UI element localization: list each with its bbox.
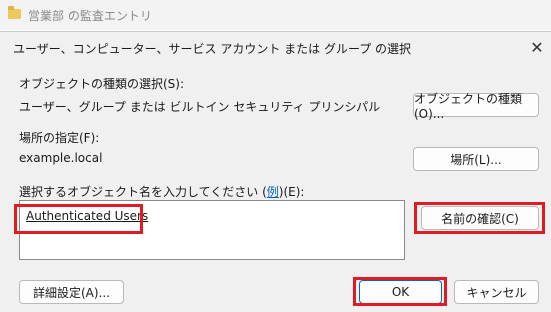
background-window-titlebar: 営業部 の監査エントリ: [0, 0, 551, 30]
folder-icon: [8, 6, 21, 19]
object-types-label: オブジェクトの種類の選択(S):: [19, 77, 185, 91]
background-window-title: 営業部 の監査エントリ: [28, 9, 152, 23]
object-types-value: ユーザー、グループ または ビルトイン セキュリティ プリンシパル: [19, 98, 381, 115]
select-users-dialog: ユーザー、コンピューター、サービス アカウント または グループ の選択 ✕ オ…: [0, 31, 551, 312]
location-label: 場所の指定(F):: [19, 131, 100, 145]
check-names-button[interactable]: 名前の確認(C): [421, 206, 539, 230]
object-names-input[interactable]: Authenticated Users: [19, 200, 405, 260]
advanced-button[interactable]: 詳細設定(A)...: [19, 280, 124, 304]
object-names-label: 選択するオブジェクト名を入力してください (例)(E):: [19, 185, 305, 199]
example-link[interactable]: 例: [267, 185, 279, 199]
cancel-button[interactable]: キャンセル: [454, 280, 539, 304]
dialog-title: ユーザー、コンピューター、サービス アカウント または グループ の選択: [13, 42, 412, 56]
location-button[interactable]: 場所(L)...: [413, 147, 539, 171]
object-name-entry[interactable]: Authenticated Users: [26, 209, 148, 223]
location-value: example.local: [19, 151, 103, 165]
object-types-button[interactable]: オブジェクトの種類(O)...: [413, 92, 539, 121]
close-icon[interactable]: ✕: [524, 33, 550, 61]
ok-button[interactable]: OK: [359, 280, 442, 304]
